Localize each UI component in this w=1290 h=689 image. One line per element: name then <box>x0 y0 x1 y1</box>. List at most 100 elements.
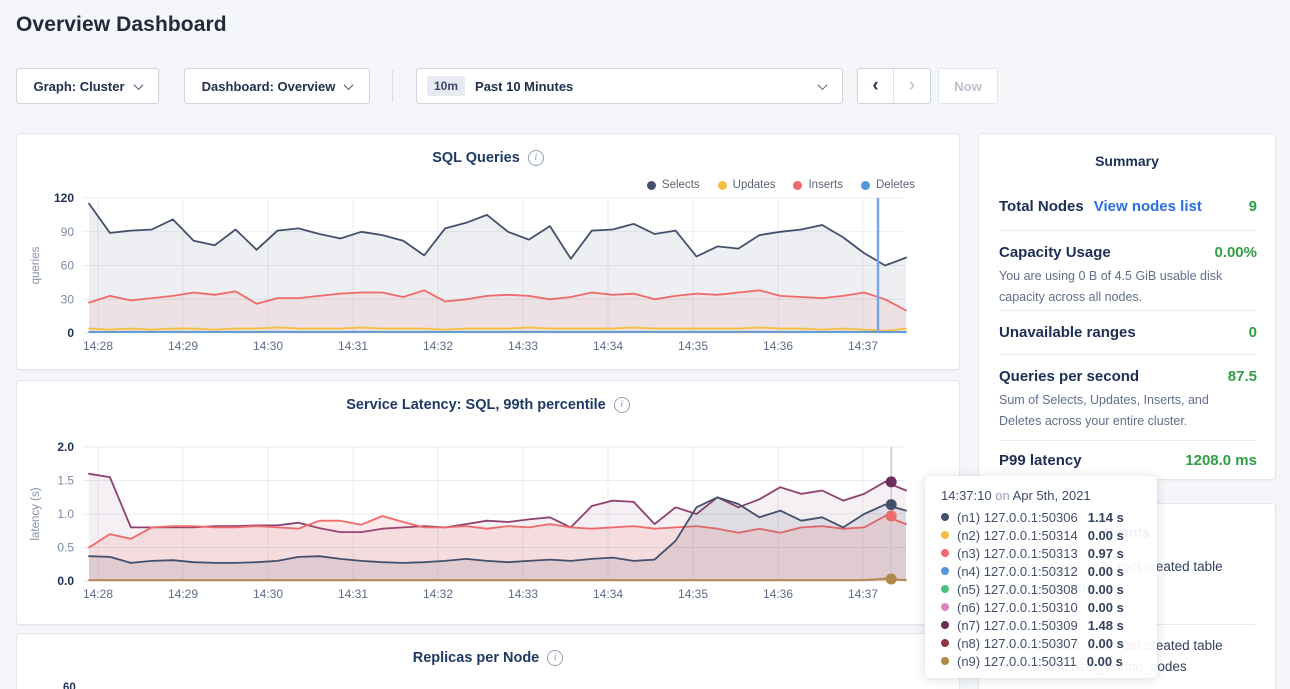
total-nodes-row: Total Nodes View nodes list 9 <box>999 198 1257 215</box>
svg-text:90: 90 <box>61 225 75 239</box>
service-latency-title: Service Latency: SQL, 99th percentile <box>346 397 606 413</box>
tooltip-on-word: on <box>995 488 1009 503</box>
node-color-dot-icon <box>941 603 949 611</box>
svg-text:14:29: 14:29 <box>168 339 198 353</box>
node-color-dot-icon <box>941 531 949 539</box>
divider <box>999 354 1257 355</box>
node-address: (n8) 127.0.0.1:50307 <box>957 636 1078 651</box>
legend-dot-icon <box>793 181 802 190</box>
node-color-dot-icon <box>941 513 949 521</box>
svg-text:1.5: 1.5 <box>57 474 74 488</box>
node-address: (n2) 127.0.0.1:50314 <box>957 528 1078 543</box>
svg-text:14:32: 14:32 <box>423 587 453 601</box>
legend-dot-icon <box>718 181 727 190</box>
svg-text:queries: queries <box>30 246 42 284</box>
time-range-label: Past 10 Minutes <box>475 79 573 94</box>
node-color-dot-icon <box>941 549 949 557</box>
divider <box>999 230 1257 231</box>
sql-queries-title: SQL Queries <box>432 150 520 166</box>
tooltip-date: Apr 5th, 2021 <box>1013 488 1091 503</box>
toolbar-divider <box>392 70 393 102</box>
summary-panel: Summary Total Nodes View nodes list 9 Ca… <box>978 133 1276 480</box>
legend-item-inserts[interactable]: Inserts <box>793 179 843 191</box>
dashboard-dropdown[interactable]: Dashboard: Overview <box>184 68 370 104</box>
svg-text:14:37: 14:37 <box>848 587 878 601</box>
tooltip-node-row: (n7) 127.0.0.1:503091.48 s <box>941 616 1143 634</box>
divider <box>999 440 1257 441</box>
node-latency-value: 0.00 s <box>1088 600 1124 615</box>
chevron-down-icon <box>818 80 828 90</box>
legend-dot-icon <box>861 181 870 190</box>
info-icon[interactable]: i <box>547 650 563 666</box>
tooltip-node-row: (n3) 127.0.0.1:503130.97 s <box>941 544 1143 562</box>
time-back-button[interactable]: ‹ <box>858 69 894 103</box>
svg-text:0: 0 <box>67 326 74 340</box>
svg-text:120: 120 <box>54 191 74 205</box>
node-latency-value: 0.00 s <box>1088 564 1124 579</box>
tooltip-time: 14:37:10 <box>941 488 992 503</box>
view-nodes-list-link[interactable]: View nodes list <box>1094 198 1202 215</box>
svg-text:0.0: 0.0 <box>57 574 74 588</box>
unavailable-ranges-value: 0 <box>1249 324 1257 341</box>
legend-label: Selects <box>662 179 700 191</box>
chevron-down-icon <box>133 80 143 90</box>
legend-label: Inserts <box>808 179 843 191</box>
svg-text:14:34: 14:34 <box>593 339 623 353</box>
legend-item-selects[interactable]: Selects <box>647 179 700 191</box>
dashboard-dropdown-label: Dashboard: Overview <box>202 79 336 94</box>
time-forward-button[interactable]: › <box>894 69 930 103</box>
summary-title: Summary <box>979 153 1275 169</box>
time-range-badge: 10m <box>427 76 465 96</box>
queries-per-second-label: Queries per second <box>999 368 1139 385</box>
svg-text:14:35: 14:35 <box>678 587 708 601</box>
chart-hover-tooltip: 14:37:10 on Apr 5th, 2021 (n1) 127.0.0.1… <box>925 476 1157 678</box>
tooltip-node-row: (n2) 127.0.0.1:503140.00 s <box>941 526 1143 544</box>
tooltip-node-row: (n5) 127.0.0.1:503080.00 s <box>941 580 1143 598</box>
unavailable-ranges-label: Unavailable ranges <box>999 324 1136 341</box>
node-color-dot-icon <box>941 585 949 593</box>
svg-text:0.5: 0.5 <box>57 541 74 555</box>
capacity-usage-label: Capacity Usage <box>999 244 1111 261</box>
svg-text:30: 30 <box>61 292 75 306</box>
tooltip-node-row: (n9) 127.0.0.1:503110.00 s <box>941 652 1143 670</box>
svg-text:2.0: 2.0 <box>57 440 74 454</box>
svg-text:14:37: 14:37 <box>848 339 878 353</box>
overview-dashboard-page: { "page": { "title": "Overview Dashboard… <box>0 0 1290 689</box>
sql-queries-card: SQL Queries i Selects Updates Inserts Delet… <box>16 133 960 370</box>
sql-queries-legend: Selects Updates Inserts Deletes <box>647 179 915 191</box>
info-icon[interactable]: i <box>614 397 630 413</box>
node-latency-value: 0.00 s <box>1088 582 1124 597</box>
page-title: Overview Dashboard <box>16 13 227 37</box>
time-range-selector[interactable]: 10m Past 10 Minutes <box>416 68 843 104</box>
node-color-dot-icon <box>941 639 949 647</box>
svg-text:14:31: 14:31 <box>338 587 368 601</box>
tooltip-node-row: (n1) 127.0.0.1:503061.14 s <box>941 508 1143 526</box>
graph-dropdown[interactable]: Graph: Cluster <box>16 68 159 104</box>
sql-queries-chart[interactable]: 14:2814:2914:3014:3114:3214:3314:3414:35… <box>17 134 961 371</box>
node-color-dot-icon <box>941 621 949 629</box>
now-button[interactable]: Now <box>938 68 998 104</box>
info-icon[interactable]: i <box>528 150 544 166</box>
tooltip-node-row: (n4) 127.0.0.1:503120.00 s <box>941 562 1143 580</box>
service-latency-chart[interactable]: 14:2814:2914:3014:3114:3214:3314:3414:35… <box>17 381 961 626</box>
svg-text:14:32: 14:32 <box>423 339 453 353</box>
legend-item-deletes[interactable]: Deletes <box>861 179 915 191</box>
tooltip-node-rows: (n1) 127.0.0.1:503061.14 s(n2) 127.0.0.1… <box>941 508 1143 670</box>
time-nav-group: ‹ › <box>857 68 931 104</box>
p99-latency-row: P99 latency 1208.0 ms <box>999 452 1257 469</box>
legend-item-updates[interactable]: Updates <box>718 179 776 191</box>
replicas-per-node-title: Replicas per Node <box>413 650 540 666</box>
svg-text:60: 60 <box>61 259 75 273</box>
legend-label: Updates <box>733 179 776 191</box>
node-color-dot-icon <box>941 657 949 665</box>
tooltip-node-row: (n8) 127.0.0.1:503070.00 s <box>941 634 1143 652</box>
svg-text:14:34: 14:34 <box>593 587 623 601</box>
divider <box>999 310 1257 311</box>
capacity-usage-desc: You are using 0 B of 4.5 GiB usable disk… <box>999 266 1251 308</box>
replicas-axis-partial-tick: 60 <box>63 682 76 689</box>
svg-text:1.0: 1.0 <box>57 507 74 521</box>
svg-text:14:35: 14:35 <box>678 339 708 353</box>
svg-text:14:33: 14:33 <box>508 339 538 353</box>
node-latency-value: 0.00 s <box>1087 654 1123 669</box>
queries-per-second-desc: Sum of Selects, Updates, Inserts, and De… <box>999 390 1251 432</box>
